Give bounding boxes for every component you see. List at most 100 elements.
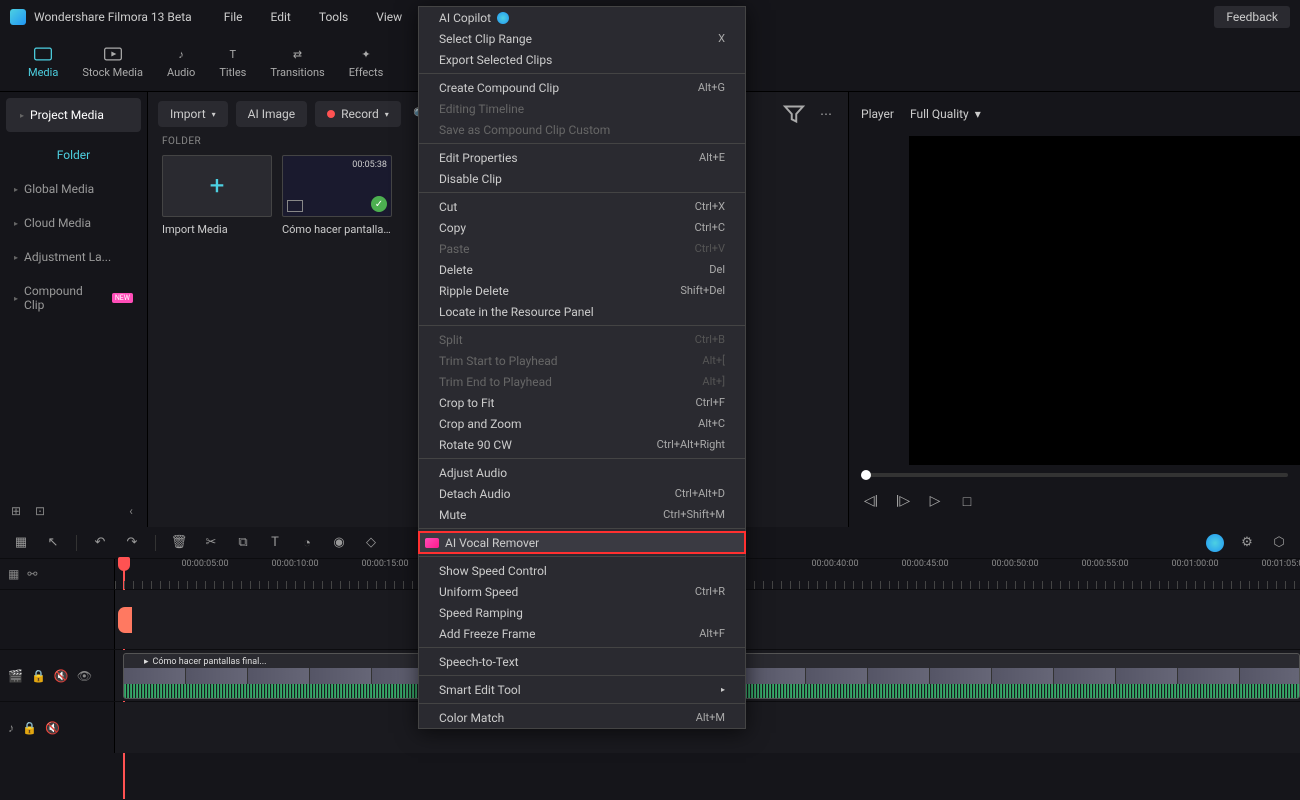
ctx-rotate[interactable]: Rotate 90 CWCtrl+Alt+Right [419,434,745,455]
play-button[interactable]: ▷ [925,491,945,511]
import-button[interactable]: Import▾ [158,101,228,127]
transitions-icon: ⇄ [288,46,308,62]
redo-icon[interactable]: ↷ [123,534,141,552]
ctx-copy[interactable]: CopyCtrl+C [419,217,745,238]
link-icon[interactable]: ⚯ [27,567,37,581]
undo-icon[interactable]: ↶ [91,534,109,552]
sidebar-global-media[interactable]: ▸Global Media [0,172,147,206]
ctx-delete[interactable]: DeleteDel [419,259,745,280]
tab-media[interactable]: Media [16,40,70,85]
clip-duration: 00:05:38 [352,160,387,170]
ctx-adjust-audio[interactable]: Adjust Audio [419,462,745,483]
clip-handle[interactable] [118,607,132,633]
player-viewport[interactable] [909,136,1300,465]
stop-button[interactable]: □ [957,491,977,511]
ctx-speech-to-text[interactable]: Speech-to-Text [419,651,745,672]
pointer-icon[interactable]: ↖ [44,534,62,552]
crop-icon[interactable]: ⧉ [234,534,252,552]
ai-image-button[interactable]: AI Image [236,101,307,127]
ctx-smart-edit-tool[interactable]: Smart Edit Tool▸ [419,679,745,700]
ctx-edit-properties[interactable]: Edit PropertiesAlt+E [419,147,745,168]
sidebar-footer: ⊞ ⊡ ‹ [0,495,147,527]
record-icon [327,110,335,118]
ctx-uniform-speed[interactable]: Uniform SpeedCtrl+R [419,581,745,602]
color-icon[interactable]: ◉ [330,534,348,552]
new-folder-icon[interactable]: ⊞ [8,503,24,519]
ctx-ai-copilot[interactable]: AI Copilot [419,7,745,28]
split-icon[interactable]: ✂ [202,534,220,552]
ctx-detach-audio[interactable]: Detach AudioCtrl+Alt+D [419,483,745,504]
grid-icon[interactable]: ▦ [12,534,30,552]
menu-edit[interactable]: Edit [259,6,303,28]
titles-icon: T [223,46,243,62]
tab-stock-media[interactable]: Stock Media [70,40,155,85]
menu-tools[interactable]: Tools [307,6,360,28]
keyframe-icon[interactable]: ◇ [362,534,380,552]
hide-icon[interactable]: 👁 [77,669,92,683]
ctx-disable-clip[interactable]: Disable Clip [419,168,745,189]
chevron-down-icon: ▾ [385,110,389,119]
player-controls: ◁| |▷ ▷ □ [849,465,1300,527]
lock-icon[interactable]: 🔒 [22,721,37,735]
text-icon[interactable]: T [266,534,284,552]
record-button[interactable]: Record▾ [315,101,401,127]
ctx-editing-timeline: Editing Timeline [419,98,745,119]
ctx-cut[interactable]: CutCtrl+X [419,196,745,217]
mute-icon[interactable]: 🔇 [45,721,60,735]
speed-icon[interactable]: ◔ [298,534,316,552]
more-icon[interactable]: ⋯ [814,102,838,126]
ctx-show-speed-control[interactable]: Show Speed Control [419,560,745,581]
media-clip-card[interactable]: 00:05:38 ✓ Cómo hacer pantallas ... [282,155,392,236]
tab-effects[interactable]: ✦Effects [337,40,396,85]
ctx-locate[interactable]: Locate in the Resource Panel [419,301,745,322]
scrubber-knob[interactable] [861,470,871,480]
marker-icon[interactable]: ⬡ [1270,534,1288,552]
menu-view[interactable]: View [364,6,414,28]
ctx-trim-end: Trim End to PlayheadAlt+] [419,371,745,392]
sidebar-project-media[interactable]: ▸Project Media [6,98,141,132]
player-panel: Player Full Quality▾ ◁| |▷ ▷ □ [848,92,1300,527]
import-media-card[interactable]: + Import Media [162,155,272,236]
tab-titles[interactable]: TTitles [207,40,258,85]
ctx-select-clip-range[interactable]: Select Clip RangeX [419,28,745,49]
ai-badge-icon [497,12,509,24]
player-header: Player Full Quality▾ [849,92,1300,136]
ctx-add-freeze-frame[interactable]: Add Freeze FrameAlt+F [419,623,745,644]
ctx-speed-ramping[interactable]: Speed Ramping [419,602,745,623]
tab-audio[interactable]: ♪Audio [155,40,207,85]
audio-track-icon: ♪ [8,721,14,735]
scrubber[interactable] [861,473,1288,477]
lock-icon[interactable]: 🔒 [31,669,46,683]
settings-icon[interactable]: ⚙ [1238,534,1256,552]
collapse-sidebar-icon[interactable]: ‹ [123,503,139,519]
audio-track-head: ♪ 🔒 🔇 [0,702,115,753]
sidebar-cloud-media[interactable]: ▸Cloud Media [0,206,147,240]
new-bin-icon[interactable]: ⊡ [32,503,48,519]
tab-transitions[interactable]: ⇄Transitions [258,40,336,85]
player-tab[interactable]: Player [861,107,894,121]
ctx-mute[interactable]: MuteCtrl+Shift+M [419,504,745,525]
sidebar-folder[interactable]: Folder [0,138,147,172]
ctx-ai-vocal-remover[interactable]: AI Vocal Remover [419,532,745,553]
chevron-right-icon: ▸ [721,685,725,694]
ai-copilot-icon[interactable] [1206,534,1224,552]
ctx-color-match[interactable]: Color MatchAlt+M [419,707,745,728]
timeline-options-icon[interactable]: ▦ [8,567,19,581]
mute-icon[interactable]: 🔇 [54,669,69,683]
sidebar-adjustment-layer[interactable]: ▸Adjustment La... [0,240,147,274]
feedback-button[interactable]: Feedback [1214,6,1290,28]
ctx-ripple-delete[interactable]: Ripple DeleteShift+Del [419,280,745,301]
menu-file[interactable]: File [212,6,255,28]
prev-frame-button[interactable]: ◁| [861,491,881,511]
media-icon [33,46,53,62]
filter-icon[interactable] [782,102,806,126]
app-name: Wondershare Filmora 13 Beta [34,10,192,24]
quality-dropdown[interactable]: Full Quality▾ [910,107,981,121]
ctx-crop-to-fit[interactable]: Crop to FitCtrl+F [419,392,745,413]
ctx-export-selected[interactable]: Export Selected Clips [419,49,745,70]
next-frame-button[interactable]: |▷ [893,491,913,511]
sidebar-compound-clip[interactable]: ▸Compound ClipNEW [0,274,147,322]
ctx-create-compound[interactable]: Create Compound ClipAlt+G [419,77,745,98]
delete-icon[interactable]: 🗑 [170,534,188,552]
ctx-crop-and-zoom[interactable]: Crop and ZoomAlt+C [419,413,745,434]
